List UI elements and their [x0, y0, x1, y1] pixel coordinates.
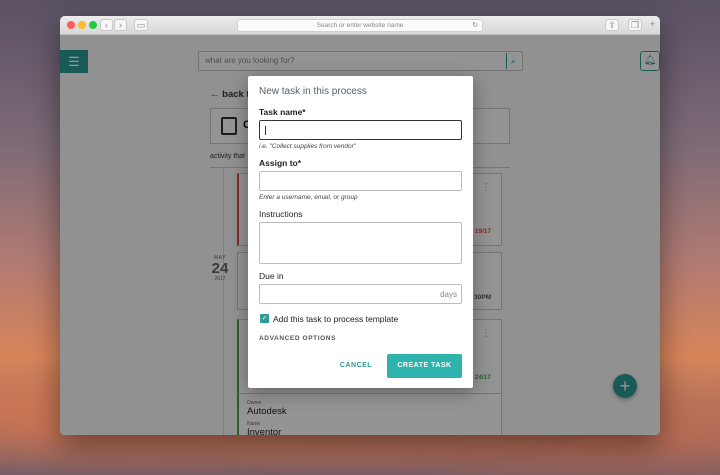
- assign-to-label: Assign to*: [259, 158, 302, 168]
- create-task-button[interactable]: CREATE TASK: [387, 354, 462, 378]
- template-checkbox-label[interactable]: Add this task to process template: [273, 314, 398, 324]
- due-in-unit: days: [440, 290, 457, 299]
- browser-window: ‹ › ▭ Search or enter website name ↻ ⇪ ❐…: [60, 16, 660, 435]
- task-name-input[interactable]: [259, 120, 462, 140]
- sidebar-toggle-icon[interactable]: ▭: [134, 19, 148, 31]
- task-name-hint: i.e. "Collect supplies from vendor": [259, 143, 357, 150]
- due-in-label: Due in: [259, 271, 284, 281]
- assign-to-input[interactable]: [259, 171, 462, 191]
- zoom-window-button[interactable]: [89, 21, 97, 29]
- instructions-label: Instructions: [259, 209, 303, 219]
- app-page: ☰ what are you looking for? ⌕ 🔔︎ ← back …: [60, 35, 660, 435]
- close-window-button[interactable]: [67, 21, 75, 29]
- advanced-options-link[interactable]: ADVANCED OPTIONS: [259, 335, 336, 342]
- template-checkbox[interactable]: ✓: [260, 314, 269, 323]
- minimize-window-button[interactable]: [78, 21, 86, 29]
- text-caret: [265, 126, 266, 135]
- forward-nav-button[interactable]: ›: [114, 19, 127, 31]
- instructions-textarea[interactable]: [259, 222, 462, 264]
- browser-toolbar: ‹ › ▭ Search or enter website name ↻ ⇪ ❐…: [60, 16, 660, 35]
- new-task-dialog: New task in this process Task name* i.e.…: [248, 76, 473, 388]
- new-tab-icon[interactable]: +: [647, 19, 658, 31]
- assign-to-hint: Enter a username, email, or group: [259, 194, 358, 201]
- address-bar-placeholder: Search or enter website name: [316, 22, 404, 29]
- share-icon[interactable]: ⇪: [605, 19, 619, 31]
- due-in-input[interactable]: days: [259, 284, 462, 304]
- tabs-overview-icon[interactable]: ❐: [628, 19, 642, 31]
- address-bar[interactable]: Search or enter website name ↻: [237, 19, 483, 32]
- reload-icon[interactable]: ↻: [472, 20, 478, 31]
- task-name-label: Task name*: [259, 107, 306, 117]
- back-nav-button[interactable]: ‹: [100, 19, 113, 31]
- dialog-title: New task in this process: [259, 86, 367, 97]
- cancel-button[interactable]: CANCEL: [332, 354, 380, 378]
